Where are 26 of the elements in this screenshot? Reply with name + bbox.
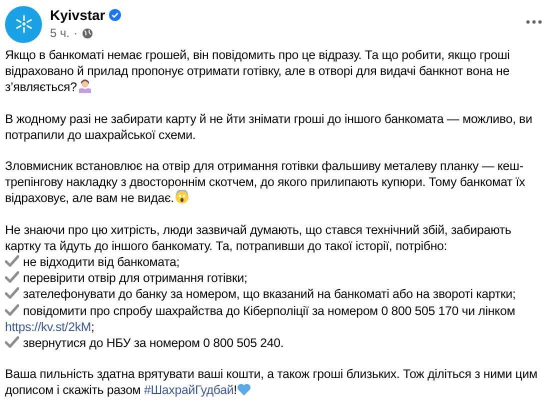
checklist-item: звернутися до НБУ за номером 0 800 505 240. [5,335,545,352]
post-paragraph: Якщо в банкоматі немає грошей, він повідомить про це відразу. Та що робити, якщо гроші відраховано й прилад пропонує отримати готівку, але в отворі для видачі банкнот вона не з’являється? [5,47,511,96]
heart-emoji-icon [236,383,251,396]
check-mark-icon [5,336,19,348]
checklist-item: не відходити від банкомата; [5,254,545,270]
more-options-icon[interactable] [526,20,542,24]
check-mark-icon [5,271,19,284]
checklist-item: повідомити про спробу шахрайства до Кіберполіції за номером 0 800 505 170 чи лінком https://kv.st/2kM; [5,302,516,336]
link[interactable]: https://kv.st/2kM [5,320,92,334]
screaming-face-emoji-icon [174,190,189,204]
separator-dot: · [74,25,78,42]
post-time[interactable]: 5 ч. [50,25,70,41]
check-mark-icon [5,304,19,316]
hashtag-link[interactable]: #ШахрайГудбай [144,383,234,398]
shrugging-person-emoji-icon [78,79,92,94]
check-mark-icon [5,255,19,268]
post-paragraph: В жодному разі не забирати карту й не йти знімати гроші до іншого банкомата — можливо, ви потрапили до шахрайської схеми. [5,110,534,144]
logo-avatar[interactable] [5,6,42,42]
post-paragraph: Не знаючи про цю хитрість, люди зазвичай думають, що стався технічний збій, забирають картку та йдуть до іншого банкомату. Та, потрапивши до такої історії, потрібно: [5,222,512,254]
star-logo-icon [14,14,34,34]
checklist-item: перевірити отвір для отримання готівки; [5,270,545,286]
author-name[interactable]: Kyivstar [50,6,106,24]
checklist-item: зателефонувати до банку за номером, що вказаний на банкоматі або на звороті картки; [5,286,545,303]
post-paragraph: Ваша пильність здатна врятувати ваші кошти, а також гроші близьких. Тож діліться з ними цим дописом і скажіть разом #ШахрайГудбай! [5,366,538,399]
check-mark-icon [5,287,19,300]
post-paragraph: Зловмисник встановлює на отвір для отримання готівки фальшиву металеву планку — кеш-трепінгову накладку з двостороннім скотчем, до якого прилипають купюри. Тому банкомат їх відраховує, але вам не видає. [5,158,526,207]
